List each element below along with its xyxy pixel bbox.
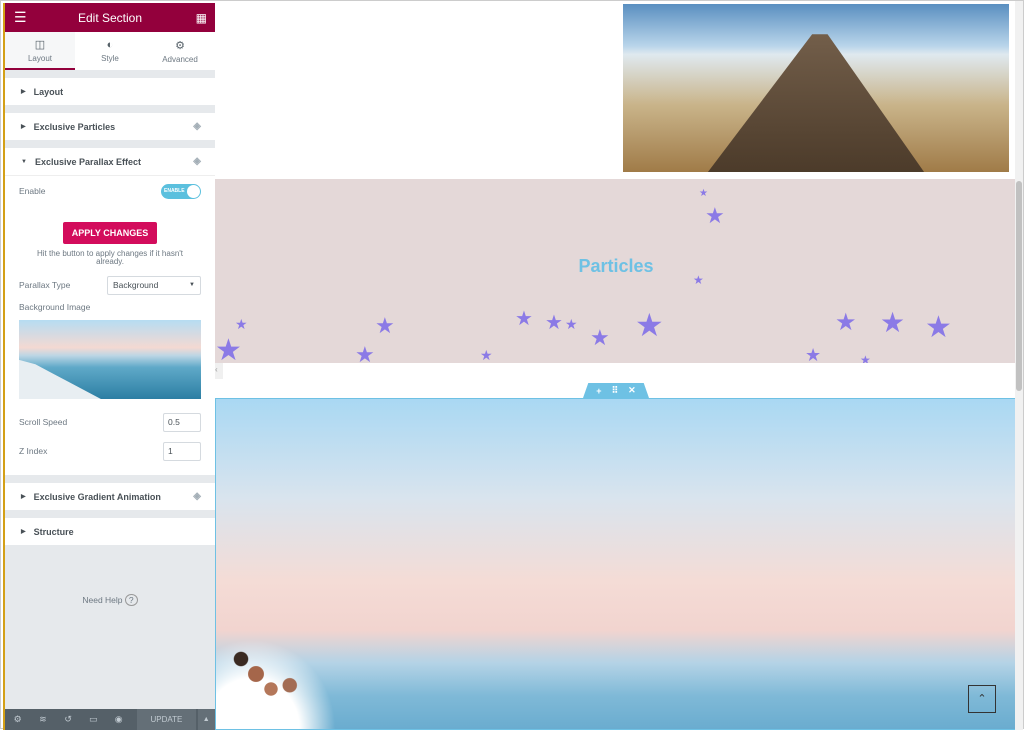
- panel-tabs: ◫ Layout ◐ Style ⚙ Advanced: [5, 32, 215, 70]
- update-button[interactable]: UPDATE: [137, 709, 196, 730]
- section-title: Structure: [33, 526, 74, 537]
- particle-star: ★: [480, 347, 493, 363]
- scroll-speed-input[interactable]: 0.5: [163, 412, 201, 432]
- question-icon: ?: [124, 594, 138, 606]
- parallax-section[interactable]: ⌃: [215, 398, 1017, 730]
- diamond-icon: ◈: [193, 156, 201, 167]
- particle-star: ★: [375, 313, 395, 338]
- section-layout[interactable]: ▶ Layout: [5, 78, 215, 105]
- columns-icon: ◫: [34, 38, 46, 51]
- select-value: Background: [113, 280, 159, 290]
- section-handle[interactable]: + ⠿ ✕: [583, 383, 649, 398]
- people-image: [226, 644, 301, 719]
- z-index-label: Z Index: [19, 446, 48, 456]
- particle-star: ★: [925, 311, 952, 344]
- preview-canvas: Particles ★★★★★★★★★★★★★★★★★★★★★ + ⠿ ✕ ⌃: [215, 1, 1017, 730]
- panel-title: Edit Section: [77, 10, 143, 25]
- particles-section[interactable]: Particles ★★★★★★★★★★★★★★★★★★★★★: [215, 179, 1017, 363]
- need-help-link[interactable]: Need Help ?: [5, 594, 215, 606]
- particle-star: ★: [215, 334, 242, 364]
- tab-label: Advanced: [162, 54, 198, 64]
- z-index-input[interactable]: 1: [163, 441, 201, 461]
- scrollbar-thumb[interactable]: [1016, 181, 1022, 391]
- particle-star: ★: [515, 308, 533, 330]
- hamburger-icon[interactable]: ☰: [14, 9, 27, 26]
- section-title: Exclusive Gradient Animation: [33, 491, 161, 502]
- section-gradient[interactable]: ▶ Exclusive Gradient Animation ◈: [5, 483, 215, 510]
- background-image-preview[interactable]: [19, 320, 201, 399]
- caret-right-icon: ▶: [21, 529, 26, 535]
- section-title: Layout: [33, 86, 64, 97]
- panel-footer: ⚙ ≋ ↺ ▭ ◉ UPDATE ▲: [5, 709, 215, 730]
- tab-advanced[interactable]: ⚙ Advanced: [145, 32, 215, 70]
- diamond-icon: ◈: [193, 121, 201, 132]
- tab-label: Layout: [27, 53, 53, 63]
- caret-down-icon: ▼: [189, 282, 195, 288]
- apply-changes-button[interactable]: APPLY CHANGES: [63, 222, 157, 244]
- tab-layout[interactable]: ◫ Layout: [5, 32, 75, 70]
- section-particles[interactable]: ▶ Exclusive Particles ◈: [5, 113, 215, 140]
- editor-panel: ☰ Edit Section ▦ ◫ Layout ◐ Style ⚙ Advance…: [3, 3, 215, 730]
- grid-icon[interactable]: ▦: [196, 11, 207, 25]
- parallax-controls: Enable ENABLE APPLY CHANGES Hit the butto…: [5, 175, 215, 475]
- particle-star: ★: [235, 316, 248, 332]
- caret-right-icon: ▶: [21, 89, 26, 95]
- particle-star: ★: [699, 188, 708, 199]
- layers-icon[interactable]: ≋: [30, 714, 55, 725]
- particles-heading: Particles: [578, 256, 654, 276]
- pier-image: [623, 4, 1009, 172]
- enable-label: Enable: [19, 186, 46, 196]
- bg-image-label: Background Image: [19, 302, 91, 312]
- particle-star: ★: [805, 345, 822, 363]
- particle-star: ★: [565, 316, 578, 332]
- history-icon[interactable]: ↺: [56, 714, 81, 725]
- drag-icon[interactable]: ⠿: [612, 385, 619, 396]
- gear-icon: ⚙: [175, 39, 185, 52]
- add-icon[interactable]: +: [596, 386, 601, 396]
- parallax-type-select[interactable]: Background ▼: [107, 275, 201, 295]
- section-title: Exclusive Particles: [33, 121, 116, 132]
- section-structure[interactable]: ▶ Structure: [5, 518, 215, 545]
- particle-star: ★: [693, 273, 704, 287]
- help-label: Need Help: [82, 595, 123, 605]
- section-parallax[interactable]: ▼ Exclusive Parallax Effect ◈: [5, 148, 215, 175]
- enable-toggle[interactable]: ENABLE: [161, 183, 201, 199]
- apply-hint: Hit the button to apply changes if it ha…: [36, 249, 184, 266]
- particle-star: ★: [835, 309, 857, 336]
- panel-header: ☰ Edit Section ▦: [5, 3, 215, 32]
- close-icon[interactable]: ✕: [628, 385, 636, 396]
- scrollbar[interactable]: [1015, 1, 1023, 730]
- preview-eye-icon[interactable]: ◉: [106, 714, 131, 725]
- scroll-speed-label: Scroll Speed: [19, 417, 68, 427]
- caret-right-icon: ▶: [21, 494, 26, 500]
- caret-down-icon: ▼: [21, 158, 27, 165]
- particle-star: ★: [880, 307, 906, 338]
- scroll-to-top-button[interactable]: ⌃: [968, 685, 996, 713]
- section-title: Exclusive Parallax Effect: [34, 156, 142, 167]
- tab-label: Style: [101, 54, 119, 63]
- particle-star: ★: [860, 353, 871, 363]
- contrast-icon: ◐: [106, 39, 114, 51]
- responsive-icon[interactable]: ▭: [81, 714, 106, 725]
- particle-star: ★: [355, 342, 375, 364]
- caret-right-icon: ▶: [21, 124, 26, 130]
- update-options-button[interactable]: ▲: [197, 709, 215, 730]
- diamond-icon: ◈: [193, 491, 201, 502]
- tab-style[interactable]: ◐ Style: [75, 32, 145, 70]
- settings-icon[interactable]: ⚙: [5, 714, 30, 725]
- particle-star: ★: [635, 307, 664, 343]
- particle-star: ★: [705, 203, 725, 228]
- particle-star: ★: [545, 312, 563, 334]
- parallax-type-label: Parallax Type: [19, 280, 71, 290]
- particle-star: ★: [590, 325, 610, 350]
